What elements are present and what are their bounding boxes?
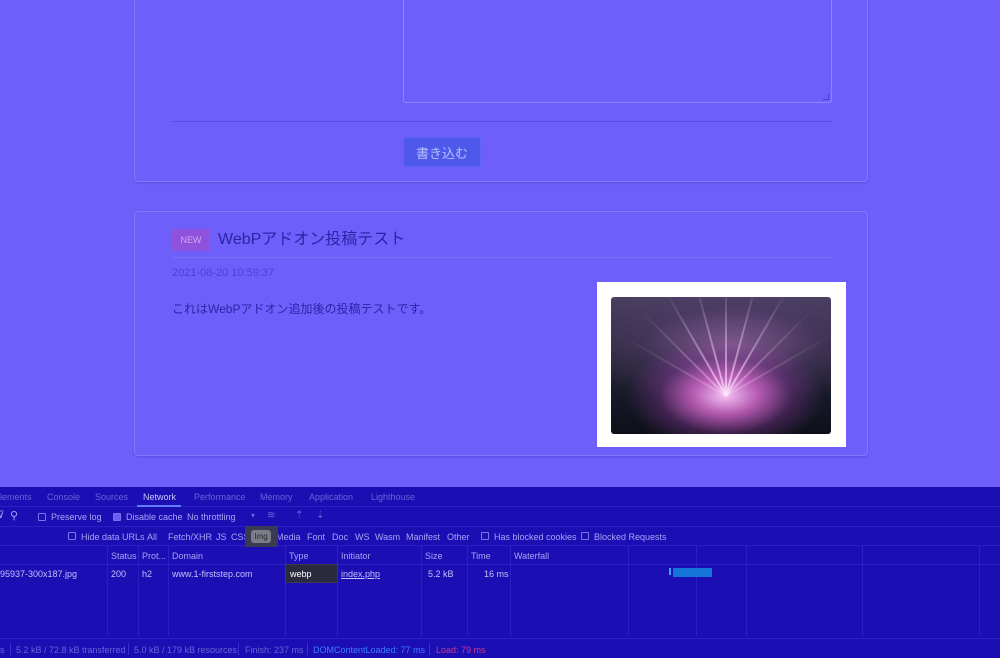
tab-elements[interactable]: lements (0, 492, 32, 502)
filter-ws[interactable]: WS (355, 532, 370, 542)
waterfall-gridline (746, 546, 747, 636)
chevron-down-icon[interactable]: ▾ (251, 511, 255, 520)
filter-img[interactable]: Img (251, 530, 271, 543)
tab-application[interactable]: Application (309, 492, 353, 502)
form-divider (172, 121, 832, 122)
post-date: 2021-08-20 10:59:37 (172, 267, 275, 279)
waterfall-waiting-segment (669, 568, 671, 575)
filter-js[interactable]: JS (216, 532, 227, 542)
waterfall-gridline (696, 546, 697, 636)
column-divider (168, 546, 169, 636)
tab-lighthouse[interactable]: Lighthouse (371, 492, 415, 502)
request-time: 16 ms (484, 569, 509, 579)
request-initiator-link[interactable]: index.php (341, 569, 380, 579)
tab-sources[interactable]: Sources (95, 492, 128, 502)
inspected-image-highlight (597, 282, 846, 447)
hide-data-urls-label: Hide data URLs (81, 532, 145, 542)
filter-other[interactable]: Other (447, 532, 470, 542)
column-divider (285, 546, 286, 636)
has-blocked-cookies-label: Has blocked cookies (494, 532, 577, 542)
column-time[interactable]: Time (471, 551, 491, 561)
post-image[interactable] (611, 297, 831, 434)
web-page: 書き込む NEW WebPアドオン投稿テスト 2021-08-20 10:59:… (0, 0, 1000, 487)
filter-wasm[interactable]: Wasm (375, 532, 400, 542)
tab-network[interactable]: Network (143, 492, 176, 502)
column-divider (337, 546, 338, 636)
filter-fetch-xhr[interactable]: Fetch/XHR (168, 532, 212, 542)
filter-img-highlight: Img (245, 526, 278, 547)
search-icon[interactable]: ⚲ (10, 509, 18, 522)
waterfall-bar[interactable] (673, 568, 712, 577)
column-status[interactable]: Status (111, 551, 137, 561)
column-divider (138, 546, 139, 636)
resize-grip-icon[interactable] (823, 94, 829, 100)
upload-icon[interactable]: ⇡ (295, 510, 303, 521)
has-blocked-cookies-checkbox[interactable] (481, 532, 489, 540)
devtools-panel: lements Console Sources Network Performa… (0, 487, 1000, 658)
status-transferred: 5.2 kB / 72.8 kB transferred (16, 645, 126, 655)
status-resources: 5.0 kB / 179 kB resources (134, 645, 238, 655)
filter-manifest[interactable]: Manifest (406, 532, 440, 542)
post-body: これはWebPアドオン追加後の投稿テストです。 (172, 302, 432, 316)
message-textarea[interactable] (403, 0, 832, 103)
new-badge: NEW (172, 229, 210, 251)
column-waterfall[interactable]: Waterfall (514, 551, 549, 561)
disable-cache-checkbox[interactable] (113, 513, 121, 521)
hide-data-urls-checkbox[interactable] (68, 532, 76, 540)
blocked-requests-label: Blocked Requests (594, 532, 667, 542)
column-type[interactable]: Type (289, 551, 309, 561)
preserve-log-label: Preserve log (51, 512, 102, 522)
disable-cache-label: Disable cache (126, 512, 183, 522)
request-name[interactable]: 95937-300x187.jpg (0, 569, 77, 579)
status-requests: s (0, 645, 5, 655)
request-status: 200 (111, 569, 127, 579)
filter-icon[interactable]: ⊽ (0, 510, 4, 521)
comment-form-card: 書き込む (134, 0, 868, 182)
status-finish: Finish: 237 ms (245, 645, 304, 655)
table-row[interactable]: 95937-300x187.jpg 200 h2 www.1-firststep… (0, 565, 1000, 583)
wifi-icon[interactable]: ≋ (267, 510, 275, 521)
column-protocol[interactable]: Prot... (142, 551, 166, 561)
filter-doc[interactable]: Doc (332, 532, 348, 542)
column-initiator[interactable]: Initiator (341, 551, 371, 561)
column-divider (107, 546, 108, 636)
status-dom-content-loaded: DOMContentLoaded: 77 ms (313, 645, 426, 655)
post-title-divider (172, 257, 832, 258)
request-type-highlight: webp (285, 564, 338, 583)
request-protocol: h2 (142, 569, 153, 579)
filter-media[interactable]: Media (276, 532, 301, 542)
network-toolbar: ⊽ ⚲ Preserve log Disable cache No thrott… (0, 507, 1000, 527)
column-domain[interactable]: Domain (172, 551, 203, 561)
preserve-log-checkbox[interactable] (38, 513, 46, 521)
waterfall-gridline (979, 546, 980, 636)
status-load: Load: 79 ms (436, 645, 486, 655)
request-table-header: Status Prot... Domain Type Initiator Siz… (0, 546, 1000, 565)
throttling-select[interactable]: No throttling (187, 512, 236, 522)
tab-performance[interactable]: Performance (194, 492, 246, 502)
request-domain: www.1-firststep.com (172, 569, 253, 579)
status-bar: s 5.2 kB / 72.8 kB transferred 5.0 kB / … (0, 638, 1000, 658)
column-divider (467, 546, 468, 636)
filter-font[interactable]: Font (307, 532, 325, 542)
waterfall-gridline (628, 546, 629, 636)
blocked-requests-checkbox[interactable] (581, 532, 589, 540)
waterfall-gridline (862, 546, 863, 636)
post-title[interactable]: WebPアドオン投稿テスト (218, 229, 405, 251)
submit-button[interactable]: 書き込む (403, 137, 481, 167)
tab-memory[interactable]: Memory (260, 492, 293, 502)
column-divider (421, 546, 422, 636)
download-icon[interactable]: ⇣ (316, 510, 324, 521)
column-size[interactable]: Size (425, 551, 443, 561)
devtools-tab-bar: lements Console Sources Network Performa… (0, 487, 1000, 507)
filter-bar: Hide data URLs All Fetch/XHR JS CSS Medi… (0, 527, 1000, 546)
request-type: webp (290, 569, 312, 579)
column-divider (510, 546, 511, 636)
tab-console[interactable]: Console (47, 492, 80, 502)
filter-all[interactable]: All (147, 532, 157, 542)
request-size: 5.2 kB (428, 569, 454, 579)
